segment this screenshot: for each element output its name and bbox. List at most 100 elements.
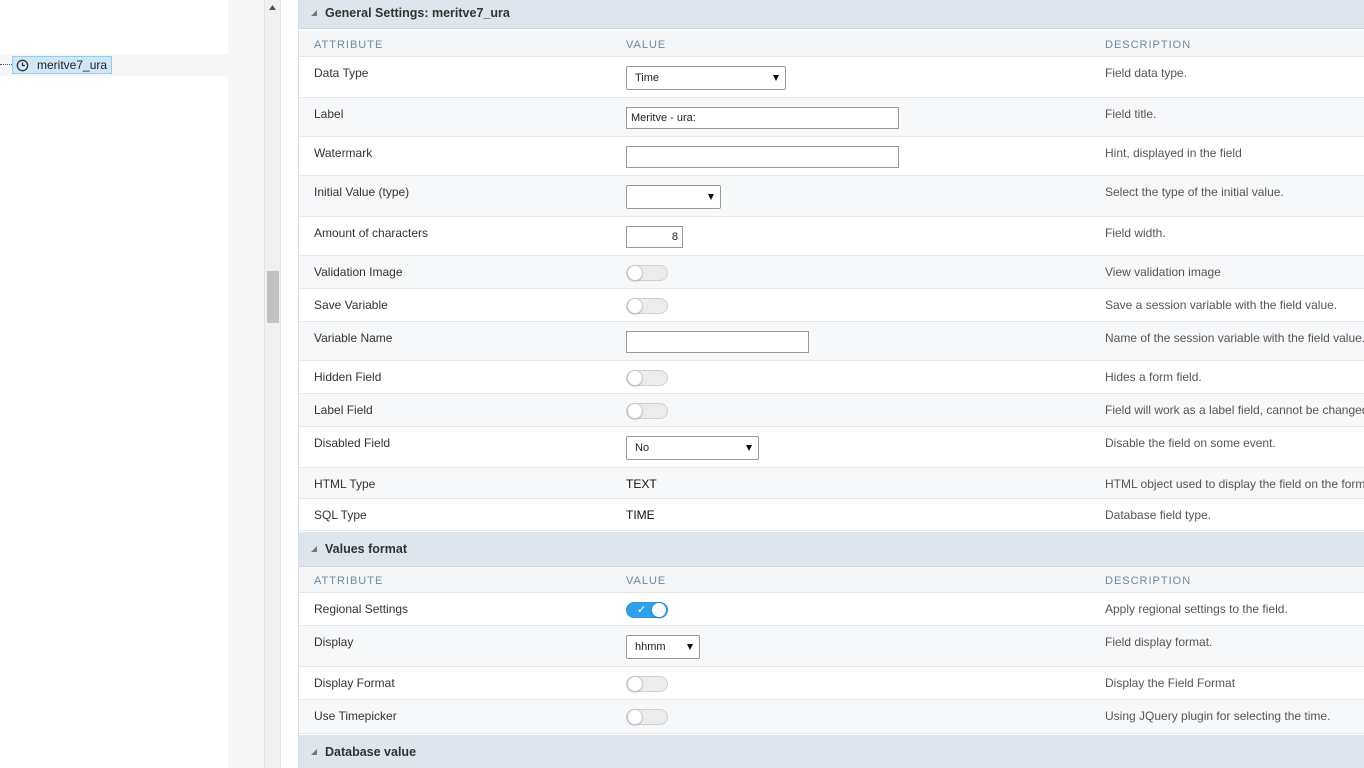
row-validation-image: Validation Image View validation image <box>299 256 1364 289</box>
desc-text: Field display format. <box>1105 635 1213 649</box>
display-format-toggle[interactable] <box>626 676 668 692</box>
desc-text: Name of the session variable with the fi… <box>1105 331 1364 345</box>
col-value: VALUE <box>626 39 667 51</box>
desc-text: Field will work as a label field, cannot… <box>1105 403 1364 417</box>
save-variable-toggle[interactable] <box>626 298 668 314</box>
attr-label: Validation Image <box>314 265 403 279</box>
sql-type-value: TIME <box>626 508 655 522</box>
dropdown-arrow-icon <box>687 644 693 650</box>
select-value: hhmm <box>635 641 666 653</box>
attr-label: Watermark <box>314 146 373 160</box>
row-html-type: HTML Type TEXT HTML object used to displ… <box>299 468 1364 499</box>
select-value: No <box>635 442 650 454</box>
tree-connector <box>0 64 12 65</box>
col-description: DESCRIPTION <box>1105 39 1192 51</box>
column-header-row: ATTRIBUTE VALUE DESCRIPTION <box>299 567 1364 593</box>
desc-text: HTML object used to display the field on… <box>1105 477 1364 491</box>
section-title: Values format <box>325 542 407 556</box>
col-description: DESCRIPTION <box>1105 575 1192 587</box>
initial-value-select[interactable] <box>626 185 721 209</box>
validation-image-toggle[interactable] <box>626 265 668 281</box>
attr-label: Label <box>314 107 344 121</box>
section-values-format[interactable]: Values format <box>299 532 1364 567</box>
disabled-field-select[interactable]: No <box>626 436 759 460</box>
col-value: VALUE <box>626 575 667 587</box>
clock-icon <box>16 59 29 71</box>
html-type-value: TEXT <box>626 477 657 491</box>
attr-label: Amount of characters <box>314 226 429 240</box>
tree-node-field[interactable]: meritve7_ura <box>12 56 113 74</box>
use-timepicker-toggle[interactable] <box>626 709 668 725</box>
scroll-up-arrow-icon[interactable] <box>265 0 280 14</box>
tree-side-strip <box>228 0 264 768</box>
watermark-input[interactable] <box>626 146 899 168</box>
desc-text: Database field type. <box>1105 508 1212 522</box>
section-title: Database value <box>325 745 417 759</box>
tree-row-selected[interactable]: meritve7_ura <box>0 54 228 76</box>
desc-text: Hides a form field. <box>1105 370 1202 384</box>
attr-label: Initial Value (type) <box>314 185 410 199</box>
section-general-settings[interactable]: General Settings: meritve7_ura <box>299 0 1364 29</box>
desc-text: Hint, displayed in the field <box>1105 146 1242 160</box>
col-attribute: ATTRIBUTE <box>314 575 384 587</box>
row-disabled-field: Disabled Field No Disable the field on s… <box>299 427 1364 468</box>
properties-panel: General Settings: meritve7_ura ATTRIBUTE… <box>299 0 1364 768</box>
dropdown-arrow-icon <box>708 194 714 200</box>
input-value: Meritve - ura: <box>631 112 696 124</box>
desc-text: View validation image <box>1105 265 1221 279</box>
label-field-toggle[interactable] <box>626 403 668 419</box>
desc-text: Save a session variable with the field v… <box>1105 298 1338 312</box>
input-value: 8 <box>671 231 678 243</box>
variable-name-input[interactable] <box>626 331 809 353</box>
row-initial-value: Initial Value (type) Select the type of … <box>299 176 1364 217</box>
tree-node-label: meritve7_ura <box>37 58 108 72</box>
display-select[interactable]: hhmm <box>626 635 700 659</box>
row-use-timepicker: Use Timepicker Using JQuery plugin for s… <box>299 700 1364 734</box>
row-data-type: Data Type Time Field data type. <box>299 57 1364 98</box>
label-input[interactable]: Meritve - ura: <box>626 107 899 129</box>
row-display: Display hhmm Field display format. <box>299 626 1364 667</box>
collapse-triangle-icon[interactable] <box>311 749 317 755</box>
amount-characters-input[interactable]: 8 <box>626 226 683 248</box>
desc-text: Disable the field on some event. <box>1105 436 1276 450</box>
row-amount-characters: Amount of characters 8 Field width. <box>299 217 1364 256</box>
row-watermark: Watermark Hint, displayed in the field <box>299 137 1364 176</box>
desc-text: Field width. <box>1105 226 1166 240</box>
row-hidden-field: Hidden Field Hides a form field. <box>299 361 1364 394</box>
row-label: Label Meritve - ura: Field title. <box>299 98 1364 137</box>
collapse-triangle-icon[interactable] <box>311 10 317 16</box>
desc-text: Using JQuery plugin for selecting the ti… <box>1105 709 1331 723</box>
data-type-select[interactable]: Time <box>626 66 786 90</box>
dropdown-arrow-icon <box>773 75 779 81</box>
section-database-value[interactable]: Database value <box>299 735 1364 768</box>
attr-label: HTML Type <box>314 477 376 491</box>
attr-label: Display <box>314 635 354 649</box>
attr-label: Disabled Field <box>314 436 391 450</box>
dropdown-arrow-icon <box>746 445 752 451</box>
field-tree-panel: meritve7_ura <box>0 0 228 768</box>
section-title: General Settings: meritve7_ura <box>325 6 510 20</box>
desc-text: Field data type. <box>1105 66 1188 80</box>
attr-label: Data Type <box>314 66 369 80</box>
regional-settings-toggle[interactable]: ✓ <box>626 602 668 618</box>
column-header-row: ATTRIBUTE VALUE DESCRIPTION <box>299 31 1364 57</box>
scrollbar-thumb[interactable] <box>267 271 279 323</box>
col-attribute: ATTRIBUTE <box>314 39 384 51</box>
desc-text: Field title. <box>1105 107 1157 121</box>
check-icon: ✓ <box>637 604 647 616</box>
hidden-field-toggle[interactable] <box>626 370 668 386</box>
desc-text: Apply regional settings to the field. <box>1105 602 1288 616</box>
row-sql-type: SQL Type TIME Database field type. <box>299 499 1364 531</box>
desc-text: Select the type of the initial value. <box>1105 185 1284 199</box>
row-display-format: Display Format Display the Field Format <box>299 667 1364 700</box>
attr-label: Hidden Field <box>314 370 382 384</box>
collapse-triangle-icon[interactable] <box>311 546 317 552</box>
select-value: Time <box>635 72 660 84</box>
row-label-field: Label Field Field will work as a label f… <box>299 394 1364 427</box>
attr-label: SQL Type <box>314 508 367 522</box>
vertical-scrollbar[interactable] <box>264 0 281 768</box>
attr-label: Display Format <box>314 676 395 690</box>
row-regional-settings: Regional Settings ✓ Apply regional setti… <box>299 593 1364 626</box>
attr-label: Label Field <box>314 403 373 417</box>
desc-text: Display the Field Format <box>1105 676 1236 690</box>
